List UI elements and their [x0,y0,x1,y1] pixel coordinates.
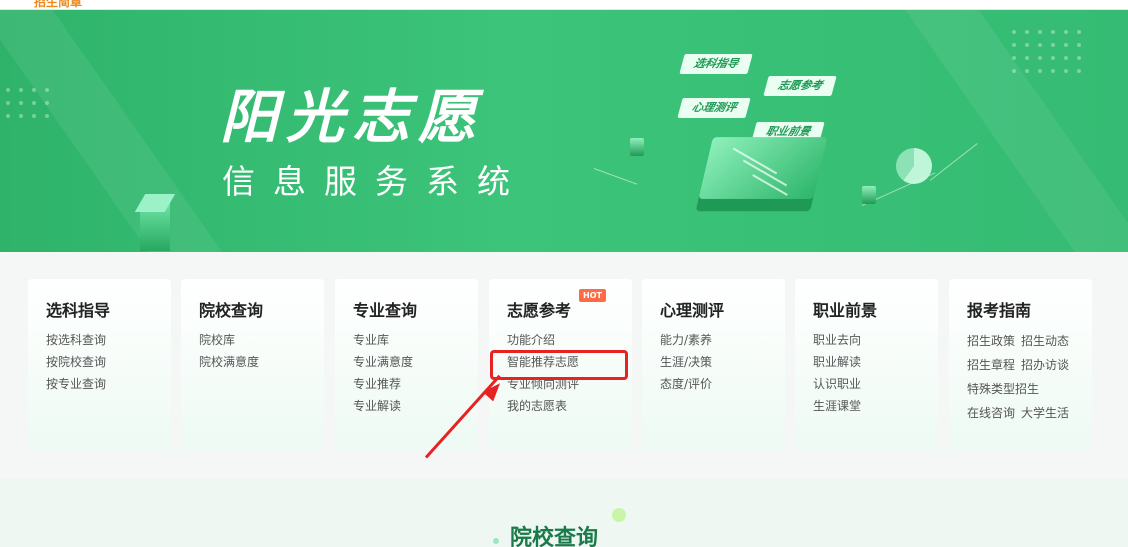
card-link[interactable]: 专业推荐 [353,373,478,395]
hero-banner: 阳光志愿 信息服务系统 选科指导 志愿参考 心理测评 职业前景 [0,10,1128,252]
platform-decor [698,137,828,199]
card-link[interactable]: 态度/评价 [660,373,785,395]
card-link[interactable]: 职业解读 [813,351,938,373]
card-title[interactable]: 专业查询 [353,297,478,320]
top-bar: 招生简章 [0,0,1128,10]
card-link[interactable]: 招生章程 [967,353,1015,377]
card-title[interactable]: 选科指导 [46,297,171,320]
banner-tag-subject: 选科指导 [679,54,753,74]
top-link[interactable]: 招生简章 [34,0,82,9]
section-dot-decor [493,538,499,544]
card-title[interactable]: 心理测评 [660,297,785,320]
card-application-guide: 报考指南 招生政策 招生动态 招生章程 招办访谈 特殊类型招生 在线咨询 大学生活 [949,279,1092,451]
card-link[interactable]: 能力/素养 [660,329,785,351]
card-link[interactable]: 按选科查询 [46,329,171,351]
card-link[interactable]: 招办访谈 [1021,353,1069,377]
card-link[interactable]: 专业库 [353,329,478,351]
card-link[interactable]: 生涯课堂 [813,395,938,417]
card-link[interactable]: 按专业查询 [46,373,171,395]
card-school-query: 院校查询 院校库 院校满意度 [181,279,324,451]
pie-chart-icon [896,148,932,184]
cube-decor [862,186,876,204]
decor-line [929,143,978,181]
dots-decor-right [1012,30,1081,73]
card-title[interactable]: 志愿参考 [507,297,632,320]
card-title[interactable]: 院校查询 [199,297,324,320]
banner-tag-volunteer: 志愿参考 [763,76,837,96]
school-query-section: 院校查询 [0,478,1128,547]
card-link[interactable]: 认识职业 [813,373,938,395]
card-title[interactable]: 报考指南 [967,297,1092,320]
card-title[interactable]: 职业前景 [813,297,938,320]
card-psych-test: 心理测评 能力/素养 生涯/决策 态度/评价 [642,279,785,451]
hot-badge: HOT [579,289,606,302]
card-link[interactable]: 特殊类型招生 [967,377,1039,401]
cube-decor [630,138,644,156]
card-subject-guide: 选科指导 按选科查询 按院校查询 按专业查询 [28,279,171,451]
section-title: 院校查询 [510,526,599,547]
card-link[interactable]: 专业解读 [353,395,478,417]
highlight-annotation-box [490,350,628,380]
card-link[interactable]: 生涯/决策 [660,351,785,373]
banner-decor-stripe [0,10,240,252]
card-link[interactable]: 院校库 [199,329,324,351]
card-link[interactable]: 招生动态 [1021,329,1069,353]
card-link[interactable]: 职业去向 [813,329,938,351]
banner-tag-psych: 心理测评 [677,98,751,118]
card-link[interactable]: 院校满意度 [199,351,324,373]
card-link[interactable]: 招生政策 [967,329,1015,353]
banner-title: 阳光志愿 [220,83,485,151]
section-dot-decor [612,508,626,522]
card-link[interactable]: 我的志愿表 [507,395,632,417]
decor-line [593,168,638,185]
card-link[interactable]: 在线咨询 [967,401,1015,425]
card-link[interactable]: 功能介绍 [507,329,632,351]
card-link[interactable]: 专业满意度 [353,351,478,373]
dots-decor-left [6,88,49,118]
card-career-prospect: 职业前景 职业去向 职业解读 认识职业 生涯课堂 [795,279,938,451]
card-link[interactable]: 按院校查询 [46,351,171,373]
banner-subtitle: 信息服务系统 [222,162,528,201]
card-link[interactable]: 大学生活 [1021,401,1069,425]
